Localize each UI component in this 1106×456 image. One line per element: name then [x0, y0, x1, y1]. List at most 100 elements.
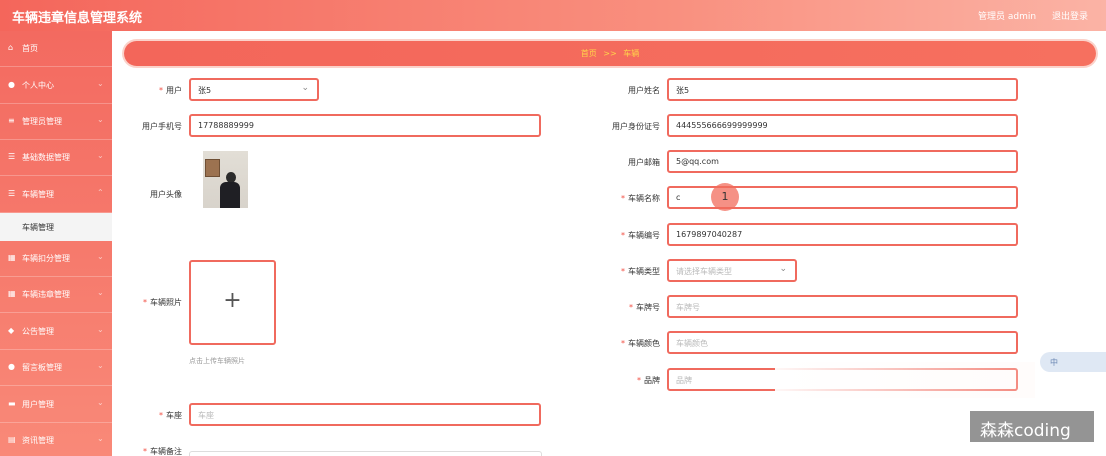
chevron-down-icon: ⌄: [301, 83, 309, 93]
email-field[interactable]: 5@qq.com: [667, 150, 1018, 173]
sidebar-item-notices[interactable]: ◆ 公告管理 ⌄: [0, 314, 112, 350]
chevron-down-icon: ⌄: [97, 288, 104, 297]
plate-field[interactable]: 车牌号: [667, 295, 1018, 318]
sidebar-item-admins[interactable]: ≡ 管理员管理 ⌄: [0, 104, 112, 140]
sidebar-item-base-data[interactable]: ☰ 基础数据管理 ⌄: [0, 140, 112, 176]
bulb-icon: ◆: [8, 326, 15, 335]
breadcrumb-current: 车辆: [623, 49, 640, 58]
car-name-label: * 车辆名称: [621, 194, 660, 203]
sidebar-item-vehicles[interactable]: ☰ 车辆管理 ⌃: [0, 177, 112, 213]
plate-label: * 车牌号: [629, 303, 660, 312]
watermark: 森森coding: [970, 411, 1094, 442]
home-icon: ⌂: [8, 43, 14, 52]
click-marker: 1: [711, 183, 739, 211]
name-label: 用户姓名: [628, 86, 660, 95]
ime-indicator[interactable]: 中: [1040, 352, 1106, 372]
idcard-label: 用户身份证号: [612, 122, 660, 131]
chevron-down-icon: ⌄: [97, 115, 104, 124]
chevron-down-icon: ⌄: [97, 398, 104, 407]
photo-upload-button[interactable]: +: [189, 260, 276, 345]
breadcrumb: 首页 >> 车辆: [124, 41, 1096, 66]
name-value: 张5: [676, 86, 690, 95]
chevron-up-icon: ⌃: [97, 188, 104, 197]
sidebar-item-messages[interactable]: ● 留言板管理 ⌄: [0, 350, 112, 386]
photo-label: * 车辆照片: [143, 298, 182, 307]
seat-field[interactable]: 车座: [189, 403, 541, 426]
breadcrumb-separator: >>: [603, 49, 617, 58]
phone-field[interactable]: 17788889999: [189, 114, 541, 137]
user-label: * 用户: [159, 86, 182, 95]
sidebar-item-label: 用户管理: [22, 400, 54, 409]
chevron-down-icon: ⌄: [97, 151, 104, 160]
phone-label: 用户手机号: [142, 122, 182, 131]
user-select[interactable]: 张5 ⌄: [189, 78, 319, 101]
grid-icon: ▦: [8, 289, 16, 298]
sidebar-item-label: 资讯管理: [22, 436, 54, 445]
sidebar-item-label: 车辆管理: [22, 190, 54, 199]
car-no-value: 1679897040287: [676, 230, 743, 239]
logout-link[interactable]: 退出登录: [1052, 9, 1088, 22]
remark-label: * 车辆备注: [143, 447, 182, 456]
sidebar-subitem-vehicle-manage[interactable]: 车辆管理: [0, 213, 112, 241]
name-field[interactable]: 张5: [667, 78, 1018, 101]
upload-hint: 点击上传车辆照片: [189, 357, 245, 365]
chevron-down-icon: ⌄: [97, 361, 104, 370]
car-no-label: * 车辆编号: [621, 231, 660, 240]
chevron-down-icon: ⌄: [779, 264, 787, 274]
car-type-select[interactable]: 请选择车辆类型 ⌄: [667, 259, 797, 282]
car-type-label: * 车辆类型: [621, 267, 660, 276]
sidebar-item-label: 车辆违章管理: [22, 290, 70, 299]
sidebar-item-news[interactable]: ▤ 资讯管理 ⌄: [0, 423, 112, 456]
chevron-down-icon: ⌄: [97, 252, 104, 261]
car-no-field[interactable]: 1679897040287: [667, 223, 1018, 246]
color-placeholder: 车辆颜色: [676, 339, 708, 348]
car-name-value: c: [676, 193, 681, 202]
email-value: 5@qq.com: [676, 157, 719, 166]
user-icon: ●: [8, 80, 15, 89]
chevron-down-icon: ⌄: [97, 325, 104, 334]
car-type-placeholder: 请选择车辆类型: [676, 267, 732, 276]
avatar-label: 用户头像: [150, 190, 182, 199]
user-select-value: 张5: [198, 86, 212, 95]
chevron-down-icon: ⌄: [97, 434, 104, 443]
sidebar: ⌂ 首页 ● 个人中心 ⌄ ≡ 管理员管理 ⌄ ☰ 基础数据管理 ⌄ ☰ 车辆管…: [0, 31, 112, 456]
settings-icon: ≡: [8, 116, 15, 125]
phone-value: 17788889999: [198, 121, 254, 130]
sidebar-subitem-label: 车辆管理: [22, 223, 54, 232]
chevron-down-icon: ⌄: [97, 79, 104, 88]
remark-editor[interactable]: [189, 451, 542, 456]
sidebar-item-points[interactable]: ▦ 车辆扣分管理 ⌄: [0, 241, 112, 277]
list-icon: ☰: [8, 152, 16, 161]
sidebar-item-home[interactable]: ⌂ 首页: [0, 31, 112, 67]
idcard-field[interactable]: 444555666699999999: [667, 114, 1018, 137]
color-label: * 车辆颜色: [621, 339, 660, 348]
email-label: 用户邮箱: [628, 158, 660, 167]
sidebar-item-label: 公告管理: [22, 327, 54, 336]
sidebar-item-users[interactable]: ▬ 用户管理 ⌄: [0, 387, 112, 423]
screen-glare: [775, 362, 1035, 398]
sidebar-item-label: 个人中心: [22, 81, 54, 90]
sidebar-item-label: 留言板管理: [22, 363, 62, 372]
sidebar-item-violations[interactable]: ▦ 车辆违章管理 ⌄: [0, 277, 112, 313]
grid-icon: ▦: [8, 253, 16, 262]
user-icon: ●: [8, 362, 15, 371]
sidebar-item-profile[interactable]: ● 个人中心 ⌄: [0, 68, 112, 104]
folder-icon: ▬: [8, 399, 16, 408]
sidebar-item-label: 基础数据管理: [22, 153, 70, 162]
plate-placeholder: 车牌号: [676, 303, 700, 312]
top-bar: 车辆违章信息管理系统 管理员 admin 退出登录: [0, 0, 1106, 31]
brand-placeholder: 品牌: [676, 376, 692, 385]
sidebar-item-label: 车辆扣分管理: [22, 254, 70, 263]
color-field[interactable]: 车辆颜色: [667, 331, 1018, 354]
current-user: 管理员 admin: [978, 12, 1037, 22]
list-icon: ☰: [8, 189, 16, 198]
breadcrumb-home[interactable]: 首页: [581, 49, 597, 58]
brand-label: * 品牌: [637, 376, 660, 385]
plus-icon: +: [223, 288, 242, 313]
sidebar-item-label: 首页: [22, 44, 38, 53]
doc-icon: ▤: [8, 435, 16, 444]
user-avatar: [203, 151, 248, 208]
seat-label: * 车座: [159, 411, 182, 420]
idcard-value: 444555666699999999: [676, 121, 768, 130]
app-title: 车辆违章信息管理系统: [12, 11, 143, 26]
